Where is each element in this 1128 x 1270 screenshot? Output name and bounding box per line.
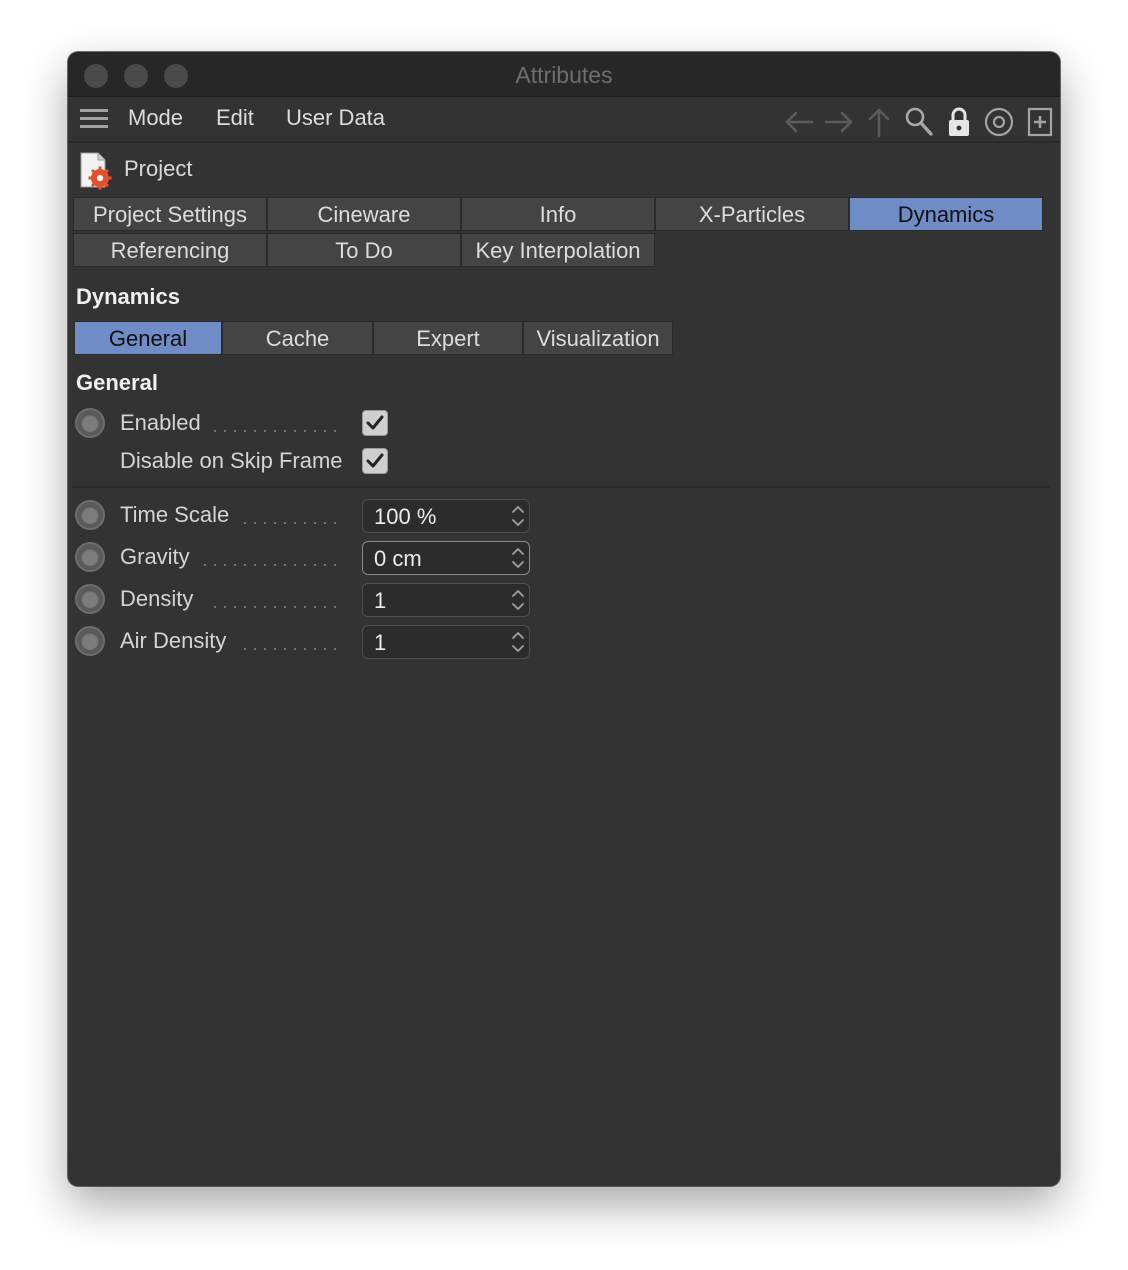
- section-divider: [72, 486, 1050, 488]
- subtab-visualization[interactable]: Visualization: [523, 321, 673, 355]
- tab-cineware[interactable]: Cineware: [267, 197, 461, 231]
- subtab-cache[interactable]: Cache: [222, 321, 373, 355]
- menu-mode[interactable]: Mode: [128, 97, 183, 141]
- menu-user-data[interactable]: User Data: [286, 97, 385, 141]
- search-icon[interactable]: [902, 105, 936, 139]
- density-value: 1: [374, 588, 387, 613]
- stepper-icon[interactable]: [509, 502, 527, 530]
- tab-dynamics[interactable]: Dynamics: [849, 197, 1043, 231]
- tab-x-particles[interactable]: X-Particles: [655, 197, 849, 231]
- project-icon: [78, 152, 116, 190]
- time-scale-keyframe-radio[interactable]: [75, 500, 105, 530]
- air-density-input[interactable]: 1: [362, 625, 530, 659]
- gravity-keyframe-radio[interactable]: [75, 542, 105, 572]
- hamburger-menu-icon[interactable]: [80, 109, 108, 131]
- gravity-value: 0 cm: [374, 546, 422, 571]
- density-keyframe-radio[interactable]: [75, 584, 105, 614]
- checkmark-icon: [366, 415, 384, 430]
- time-scale-input[interactable]: 100 %: [362, 499, 530, 533]
- enabled-keyframe-radio[interactable]: [75, 408, 105, 438]
- density-label: Density: [120, 586, 194, 611]
- density-input[interactable]: 1: [362, 583, 530, 617]
- air-density-keyframe-radio[interactable]: [75, 626, 105, 656]
- gravity-label: Gravity: [120, 544, 190, 569]
- disable-skip-frame-label: Disable on Skip Frame: [120, 448, 343, 473]
- enabled-label: Enabled: [120, 410, 201, 435]
- forward-arrow-icon[interactable]: [822, 105, 856, 139]
- object-name: Project: [124, 156, 193, 181]
- new-panel-icon[interactable]: [1023, 105, 1057, 139]
- menu-edit[interactable]: Edit: [216, 97, 254, 141]
- stepper-icon[interactable]: [509, 628, 527, 656]
- attributes-window: Attributes Mode Edit User Data Project P…: [68, 52, 1060, 1186]
- subtab-general[interactable]: General: [74, 321, 222, 355]
- stepper-icon[interactable]: [509, 544, 527, 572]
- tab-info[interactable]: Info: [461, 197, 655, 231]
- tab-referencing[interactable]: Referencing: [73, 233, 267, 267]
- stepper-icon[interactable]: [509, 586, 527, 614]
- disable-skip-frame-checkbox[interactable]: [362, 448, 388, 474]
- air-density-label: Air Density: [120, 628, 227, 653]
- time-scale-label: Time Scale: [120, 502, 230, 527]
- menu-bar: Mode Edit User Data: [68, 97, 1060, 143]
- enabled-checkbox[interactable]: [362, 410, 388, 436]
- checkmark-icon: [366, 453, 384, 468]
- dynamics-section-title: Dynamics: [76, 284, 180, 309]
- tab-to-do[interactable]: To Do: [267, 233, 461, 267]
- air-density-value: 1: [374, 630, 387, 655]
- back-arrow-icon[interactable]: [782, 105, 816, 139]
- lock-icon[interactable]: [942, 105, 976, 139]
- gravity-input[interactable]: 0 cm: [362, 541, 530, 575]
- time-scale-value: 100 %: [374, 504, 437, 529]
- density-leader-dots: [210, 606, 344, 608]
- target-icon[interactable]: [982, 105, 1016, 139]
- tab-key-interpolation[interactable]: Key Interpolation: [461, 233, 655, 267]
- time-scale-leader-dots: [240, 522, 344, 524]
- air-density-leader-dots: [240, 648, 344, 650]
- window-title: Attributes: [515, 62, 613, 88]
- title-bar: Attributes: [68, 52, 1060, 97]
- up-arrow-icon[interactable]: [862, 105, 896, 139]
- subtab-expert[interactable]: Expert: [373, 321, 523, 355]
- enabled-leader-dots: [210, 430, 344, 432]
- gravity-leader-dots: [200, 564, 344, 566]
- tab-project-settings[interactable]: Project Settings: [73, 197, 267, 231]
- general-section-title: General: [76, 370, 158, 395]
